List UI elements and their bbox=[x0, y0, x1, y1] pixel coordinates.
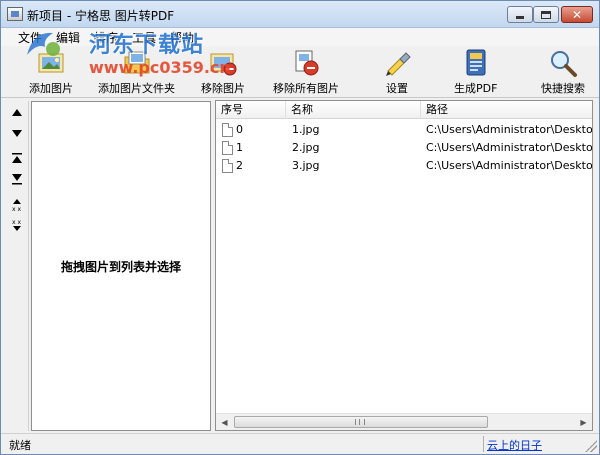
row-name: 1.jpg bbox=[292, 123, 320, 136]
move-bottom-icon bbox=[12, 174, 22, 185]
add-folder-label: 添加图片文件夹 bbox=[98, 82, 175, 95]
generate-pdf-button[interactable]: 生成PDF bbox=[454, 48, 497, 96]
image-drop-area[interactable]: 拖拽图片到列表并选择 bbox=[31, 101, 211, 431]
window-title: 新项目 - 宁格思 图片转PDF bbox=[27, 9, 175, 23]
maximize-button[interactable] bbox=[533, 6, 559, 23]
minimize-icon bbox=[516, 16, 524, 19]
row-path: C:\Users\Administrator\Desktop bbox=[426, 123, 592, 136]
scrollbar-grip-icon bbox=[355, 419, 365, 425]
column-header-path[interactable]: 路径 bbox=[421, 101, 592, 119]
add-image-button[interactable]: 添加图片 bbox=[29, 48, 73, 96]
remove-all-icon bbox=[290, 48, 322, 78]
status-bar: 就绪 云上的日子 bbox=[1, 433, 599, 454]
svg-text:x x: x x bbox=[12, 206, 21, 212]
add-folder-icon bbox=[121, 48, 153, 78]
generate-pdf-icon bbox=[460, 48, 492, 78]
table-row[interactable]: 0 1.jpg C:\Users\Administrator\Desktop bbox=[216, 121, 592, 139]
close-icon: ✕ bbox=[571, 7, 583, 22]
row-index: 0 bbox=[236, 123, 243, 136]
move-top-icon bbox=[12, 153, 22, 163]
search-icon bbox=[547, 48, 579, 78]
sort-desc-button[interactable]: x x bbox=[7, 215, 27, 235]
move-top-button[interactable] bbox=[7, 149, 27, 169]
app-icon bbox=[7, 7, 23, 21]
file-icon bbox=[222, 159, 233, 173]
settings-button[interactable]: 设置 bbox=[381, 48, 413, 96]
table-row[interactable]: 2 3.jpg C:\Users\Administrator\Desktop bbox=[216, 157, 592, 175]
remove-image-icon bbox=[207, 48, 239, 78]
scrollbar-thumb[interactable] bbox=[234, 416, 488, 428]
row-index: 1 bbox=[236, 141, 243, 154]
column-header-name[interactable]: 名称 bbox=[286, 101, 421, 119]
remove-image-label: 移除图片 bbox=[201, 82, 245, 95]
row-path: C:\Users\Administrator\Desktop bbox=[426, 159, 592, 172]
sort-asc-icon: x x bbox=[12, 199, 21, 212]
add-image-icon bbox=[35, 48, 67, 78]
file-icon bbox=[222, 141, 233, 155]
remove-image-button[interactable]: 移除图片 bbox=[201, 48, 245, 96]
maximize-icon bbox=[541, 10, 551, 19]
toolbar: 添加图片 添加图片文件夹 移除图片 移除所有图片 设置 生成PDF 快捷搜索 bbox=[1, 46, 599, 98]
row-path: C:\Users\Administrator\Desktop bbox=[426, 141, 592, 154]
move-up-icon bbox=[12, 109, 22, 116]
title-bar[interactable]: 新项目 - 宁格思 图片转PDF ✕ bbox=[1, 1, 599, 28]
move-up-button[interactable] bbox=[7, 103, 27, 123]
scroll-right-arrow-icon[interactable]: ▶ bbox=[575, 414, 592, 430]
status-text: 就绪 bbox=[9, 439, 31, 452]
menu-edit[interactable]: 编辑 bbox=[49, 28, 87, 46]
scroll-left-arrow-icon[interactable]: ◀ bbox=[216, 414, 233, 430]
sort-desc-icon: x x bbox=[12, 219, 21, 231]
menu-tools[interactable]: 工具 bbox=[125, 28, 163, 46]
column-header-index[interactable]: 序号 bbox=[216, 101, 286, 119]
close-button[interactable]: ✕ bbox=[561, 6, 593, 23]
status-link[interactable]: 云上的日子 bbox=[487, 437, 542, 453]
row-index: 2 bbox=[236, 159, 243, 172]
file-icon bbox=[222, 123, 233, 137]
app-window: 新项目 - 宁格思 图片转PDF ✕ 文件 编辑 排序 工具 帮助 添加图片 添… bbox=[0, 0, 600, 455]
menu-help[interactable]: 帮助 bbox=[163, 28, 201, 46]
settings-label: 设置 bbox=[386, 82, 408, 95]
quick-search-button[interactable]: 快捷搜索 bbox=[541, 48, 585, 96]
svg-text:x x: x x bbox=[12, 219, 21, 226]
remove-all-label: 移除所有图片 bbox=[273, 82, 339, 95]
generate-pdf-label: 生成PDF bbox=[454, 82, 498, 95]
row-name: 3.jpg bbox=[292, 159, 320, 172]
sort-asc-button[interactable]: x x bbox=[7, 195, 27, 215]
menu-sort[interactable]: 排序 bbox=[87, 28, 125, 46]
move-down-icon bbox=[12, 130, 22, 137]
status-divider bbox=[483, 436, 484, 452]
add-folder-button[interactable]: 添加图片文件夹 bbox=[98, 48, 175, 96]
move-bottom-button[interactable] bbox=[7, 169, 27, 189]
row-name: 2.jpg bbox=[292, 141, 320, 154]
quick-search-label: 快捷搜索 bbox=[541, 82, 585, 95]
add-image-label: 添加图片 bbox=[29, 82, 73, 95]
menu-file[interactable]: 文件 bbox=[11, 28, 49, 46]
list-header: 序号 名称 路径 bbox=[216, 101, 592, 119]
settings-icon bbox=[381, 48, 413, 78]
resize-grip-icon[interactable] bbox=[585, 440, 597, 452]
drop-hint: 拖拽图片到列表并选择 bbox=[60, 260, 181, 274]
menu-bar: 文件 编辑 排序 工具 帮助 bbox=[1, 28, 599, 46]
image-list[interactable]: 序号 名称 路径 0 1.jpg C:\Users\Administrator\… bbox=[215, 100, 593, 431]
table-row[interactable]: 1 2.jpg C:\Users\Administrator\Desktop bbox=[216, 139, 592, 157]
reorder-button-bar: x x x x bbox=[5, 101, 29, 431]
horizontal-scrollbar[interactable]: ◀ ▶ bbox=[216, 413, 592, 430]
minimize-button[interactable] bbox=[507, 6, 533, 23]
move-down-button[interactable] bbox=[7, 123, 27, 143]
remove-all-button[interactable]: 移除所有图片 bbox=[273, 48, 339, 96]
